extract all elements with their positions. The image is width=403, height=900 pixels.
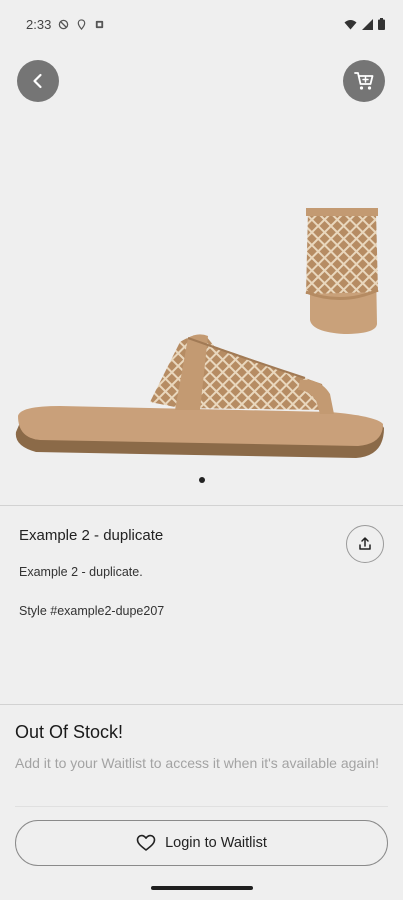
waitlist-button-label: Login to Waitlist — [165, 835, 267, 851]
cart-icon — [354, 72, 374, 90]
share-button[interactable] — [346, 525, 384, 563]
product-title: Example 2 - duplicate — [19, 527, 164, 544]
location-icon — [78, 18, 86, 30]
home-indicator[interactable] — [151, 886, 253, 890]
product-style-number: Style #example2-dupe207 — [19, 604, 165, 618]
notification-icon — [96, 20, 104, 28]
heart-icon — [136, 834, 156, 851]
status-time: 2:33 — [26, 16, 52, 32]
status-right — [344, 18, 385, 30]
signal-icon — [362, 18, 373, 30]
product-description: Example 2 - duplicate. — [19, 565, 143, 579]
login-to-waitlist-button[interactable]: Login to Waitlist — [15, 820, 388, 866]
do-not-disturb-icon — [59, 19, 69, 29]
battery-icon — [378, 18, 385, 30]
sandal-top-view — [305, 208, 379, 334]
gallery-pager-dot[interactable] — [199, 477, 205, 483]
divider — [15, 806, 388, 807]
product-image-gallery[interactable] — [0, 110, 403, 505]
status-left: 2:33 — [26, 17, 105, 32]
share-icon — [359, 537, 371, 550]
divider — [0, 505, 403, 506]
out-of-stock-title: Out Of Stock! — [15, 722, 124, 742]
status-bar: 2:33 — [0, 0, 403, 48]
product-image — [15, 208, 384, 458]
sandal-side-view — [15, 334, 384, 458]
chevron-left-icon — [33, 73, 42, 89]
wifi-icon — [344, 19, 357, 29]
divider — [0, 704, 403, 705]
cart-button[interactable] — [343, 60, 385, 102]
out-of-stock-message: Add it to your Waitlist to access it whe… — [15, 755, 379, 771]
back-button[interactable] — [17, 60, 59, 102]
